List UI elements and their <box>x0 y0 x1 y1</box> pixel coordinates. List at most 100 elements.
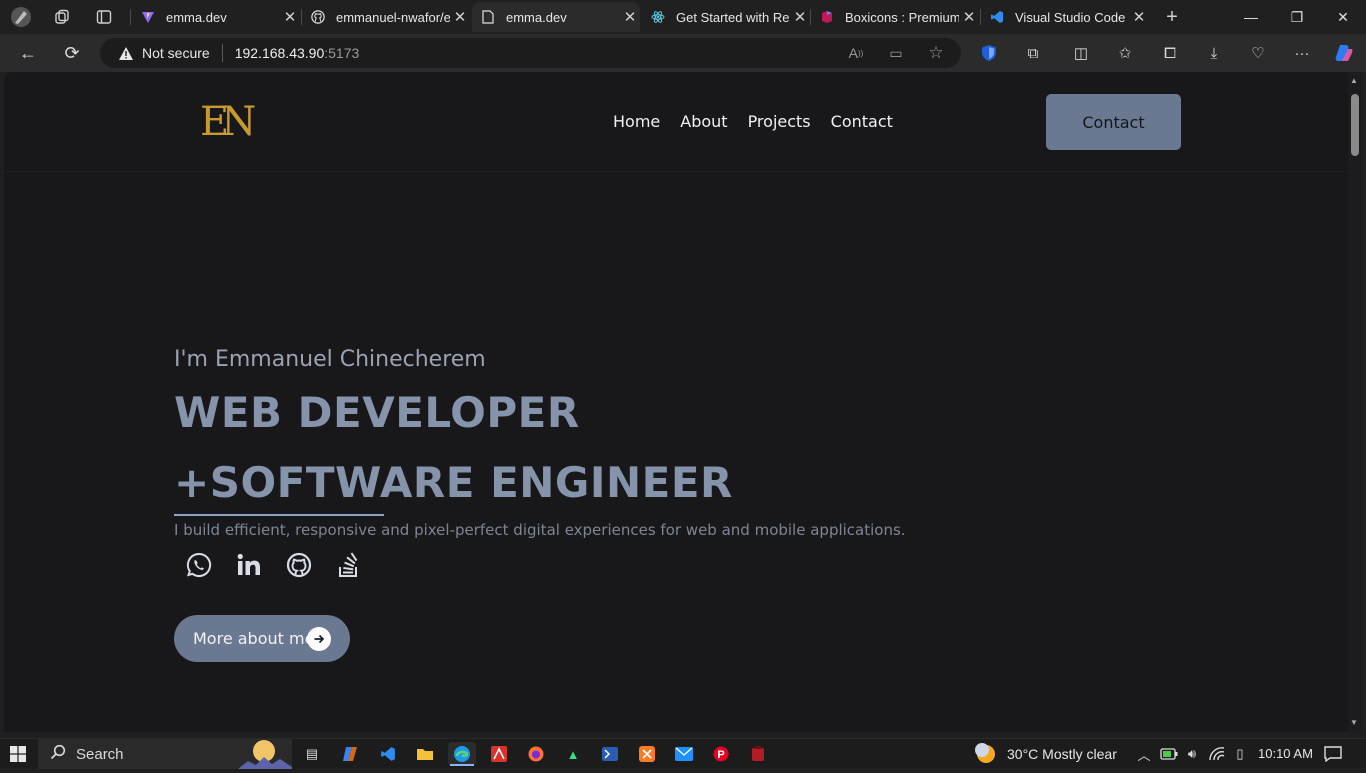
tab-label: Get Started with Rea <box>676 9 790 25</box>
volume-icon[interactable]: 🔊︎ <box>1178 742 1206 766</box>
url-port[interactable]: :5173 <box>324 45 359 61</box>
contact-button[interactable]: Contact <box>1046 94 1181 150</box>
tab-react[interactable]: Get Started with Rea ✕ <box>642 2 810 32</box>
close-tab-icon[interactable]: ✕ <box>959 8 979 26</box>
immersive-reader-icon[interactable]: ▭ <box>883 40 909 66</box>
github-icon <box>310 9 326 25</box>
refresh-icon[interactable]: ⟳ <box>57 39 87 67</box>
tab-emma-dev-active[interactable]: emma.dev ✕ <box>472 2 640 32</box>
nav-about[interactable]: About <box>680 112 727 131</box>
profile-avatar-icon[interactable] <box>9 5 33 29</box>
weather-icon[interactable] <box>972 742 1000 766</box>
firefox-icon[interactable] <box>522 742 550 766</box>
xampp-icon[interactable] <box>633 742 661 766</box>
notifications-icon[interactable] <box>1319 742 1347 766</box>
linkedin-icon[interactable] <box>234 550 264 580</box>
tab-strip: emma.dev ✕ emmanuel-nwafor/e ✕ emma.dev … <box>0 0 1366 34</box>
scroll-up-icon[interactable]: ▲ <box>1350 76 1358 85</box>
nav-contact[interactable]: Contact <box>831 112 893 131</box>
close-tab-icon[interactable]: ✕ <box>1129 8 1149 26</box>
svg-text:P: P <box>717 749 724 761</box>
minimize-icon[interactable]: — <box>1228 0 1274 34</box>
social-links <box>184 550 384 580</box>
url-host[interactable]: 192.168.43.90 <box>235 45 325 61</box>
close-tab-icon[interactable]: ✕ <box>620 8 640 26</box>
tab-emma-dev-1[interactable]: emma.dev ✕ <box>132 2 300 32</box>
tab-vscode[interactable]: Visual Studio Code I ✕ <box>981 2 1149 32</box>
windows-taskbar: Search ▤ ▲ P 30°C Mostly clear ︿ 🔊︎ ▯ 10… <box>0 738 1366 769</box>
device-icon[interactable]: ▯ <box>1226 742 1254 766</box>
split-screen-icon[interactable]: ◫ <box>1067 40 1095 66</box>
read-aloud-icon[interactable]: A)) <box>843 40 869 66</box>
hero-underline <box>174 514 384 516</box>
main-nav: Home About Projects Contact <box>613 112 913 131</box>
scrollbar-thumb[interactable] <box>1351 94 1359 156</box>
shield-extension-icon[interactable] <box>975 40 1003 66</box>
favorite-star-icon[interactable]: ☆ <box>923 40 949 66</box>
hero-title-line2: +SOFTWARE ENGINEER <box>174 458 733 507</box>
edge-taskbar-icon[interactable] <box>448 742 476 766</box>
nav-home[interactable]: Home <box>613 112 660 131</box>
tab-label: emmanuel-nwafor/e <box>336 9 450 25</box>
vscode-icon <box>989 9 1005 25</box>
copilot-icon[interactable] <box>1330 40 1358 66</box>
react-icon <box>650 9 666 25</box>
workspaces-icon[interactable] <box>50 5 74 29</box>
tab-label: Boxicons : Premium <box>845 9 959 25</box>
close-tab-icon[interactable]: ✕ <box>450 8 470 26</box>
taskbar-search[interactable]: Search <box>38 739 292 769</box>
performance-icon[interactable]: ♡ <box>1244 40 1272 66</box>
arrow-right-icon <box>307 627 331 651</box>
favorites-icon[interactable]: ✩ <box>1111 40 1139 66</box>
tab-label: emma.dev <box>166 9 227 25</box>
collections-icon[interactable]: ⧠ <box>1156 40 1184 66</box>
restore-icon[interactable]: ❐ <box>1274 0 1320 34</box>
close-tab-icon[interactable]: ✕ <box>280 8 300 26</box>
app-icon[interactable] <box>744 742 772 766</box>
tab-boxicons[interactable]: Boxicons : Premium ✕ <box>811 2 979 32</box>
security-label[interactable]: Not secure <box>142 45 210 61</box>
page-viewport: EN Home About Projects Contact Contact I… <box>4 72 1348 732</box>
tab-github[interactable]: emmanuel-nwafor/e ✕ <box>302 2 470 32</box>
nav-projects[interactable]: Projects <box>748 112 811 131</box>
hero-title-line1: WEB DEVELOPER <box>174 388 580 437</box>
downloads-icon[interactable]: ⤓ <box>1200 40 1228 66</box>
site-header: EN Home About Projects Contact Contact <box>4 72 1348 172</box>
pinterest-icon[interactable]: P <box>707 742 735 766</box>
clock[interactable]: 10:10 AM <box>1258 746 1313 761</box>
address-bar[interactable]: Not secure 192.168.43.90:5173 <box>100 38 961 68</box>
vite-icon <box>140 9 156 25</box>
hero-greeting: I'm Emmanuel Chinecherem <box>174 347 486 372</box>
acrobat-icon[interactable] <box>485 742 513 766</box>
stackoverflow-icon[interactable] <box>334 550 364 580</box>
extensions-icon[interactable]: ⧉ <box>1019 40 1047 66</box>
address-bar-row: ← ⟳ Not secure 192.168.43.90:5173 A)) ▭ … <box>0 34 1366 72</box>
weather-text[interactable]: 30°C Mostly clear <box>1007 746 1117 762</box>
file-explorer-icon[interactable] <box>411 742 439 766</box>
page-icon <box>480 9 496 25</box>
more-about-me-button[interactable]: More about me <box>174 615 350 662</box>
more-about-me-label: More about me <box>193 629 315 648</box>
task-view-icon[interactable]: ▤ <box>298 742 326 766</box>
new-tab-icon[interactable]: + <box>1160 5 1184 29</box>
back-icon[interactable]: ← <box>13 39 43 67</box>
site-logo[interactable]: EN <box>200 100 256 144</box>
powershell-icon[interactable] <box>596 742 624 766</box>
github-icon[interactable] <box>284 550 314 580</box>
more-menu-icon[interactable]: ··· <box>1288 40 1316 66</box>
mail-icon[interactable] <box>670 742 698 766</box>
scroll-down-icon[interactable]: ▼ <box>1350 718 1358 727</box>
copilot-taskbar-icon[interactable] <box>336 742 364 766</box>
page-scrollbar[interactable]: ▲ ▼ <box>1348 72 1362 732</box>
boxicons-icon <box>819 9 835 25</box>
vscode-taskbar-icon[interactable] <box>374 742 402 766</box>
close-tab-icon[interactable]: ✕ <box>790 8 810 26</box>
close-window-icon[interactable]: ✕ <box>1320 0 1366 34</box>
warning-icon[interactable] <box>118 45 134 61</box>
tab-actions-icon[interactable] <box>92 5 116 29</box>
tray-chevron-icon[interactable]: ︿ <box>1130 742 1158 766</box>
search-placeholder: Search <box>76 745 124 763</box>
whatsapp-icon[interactable] <box>184 550 214 580</box>
android-studio-icon[interactable]: ▲ <box>559 742 587 766</box>
windows-start-icon[interactable] <box>4 742 32 766</box>
